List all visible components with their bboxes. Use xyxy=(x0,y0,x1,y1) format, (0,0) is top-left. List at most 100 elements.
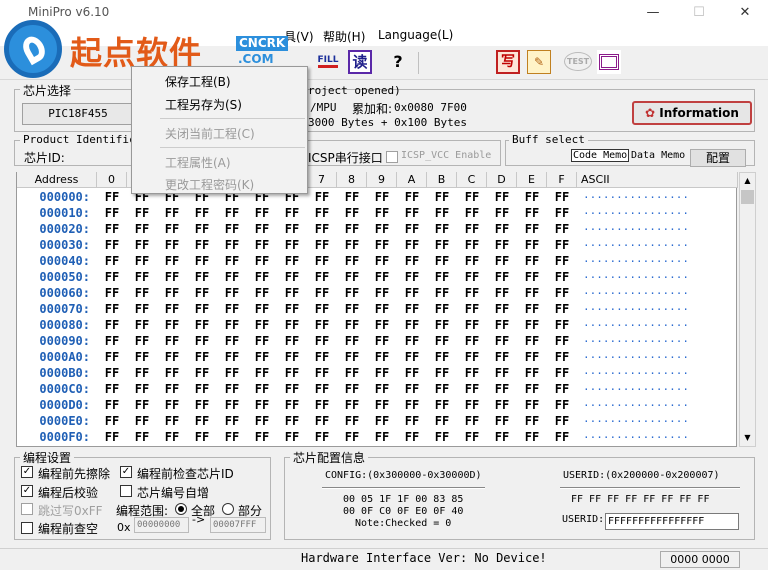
hex-cell[interactable]: FF xyxy=(547,302,577,316)
hex-cell[interactable]: FF xyxy=(247,270,277,284)
hex-cell[interactable]: FF xyxy=(397,302,427,316)
hex-cell[interactable]: FF xyxy=(427,430,457,444)
hex-cell[interactable]: FF xyxy=(187,238,217,252)
hex-cell[interactable]: FF xyxy=(337,206,367,220)
hex-cell[interactable]: FF xyxy=(367,334,397,348)
hex-cell[interactable]: FF xyxy=(517,222,547,236)
hex-cell[interactable]: FF xyxy=(427,286,457,300)
hex-cell[interactable]: FF xyxy=(397,334,427,348)
test-button[interactable]: TEST xyxy=(563,50,593,74)
hex-cell[interactable]: FF xyxy=(187,254,217,268)
hex-cell[interactable]: FF xyxy=(247,206,277,220)
hex-cell[interactable]: FF xyxy=(397,286,427,300)
hex-cell[interactable]: FF xyxy=(547,398,577,412)
hex-cell[interactable]: FF xyxy=(457,206,487,220)
hex-cell[interactable]: FF xyxy=(157,366,187,380)
hex-cell[interactable]: FF xyxy=(217,350,247,364)
hex-cell[interactable]: FF xyxy=(157,238,187,252)
hex-cell[interactable]: FF xyxy=(367,270,397,284)
hex-cell[interactable]: FF xyxy=(97,350,127,364)
hex-cell[interactable]: FF xyxy=(97,270,127,284)
verify-after-checkbox[interactable]: ✓ xyxy=(21,485,33,497)
hex-cell[interactable]: FF xyxy=(277,286,307,300)
hex-cell[interactable]: FF xyxy=(127,350,157,364)
hex-cell[interactable]: FF xyxy=(337,398,367,412)
hex-cell[interactable]: FF xyxy=(367,398,397,412)
userid-input[interactable]: FFFFFFFFFFFFFFFF xyxy=(605,513,739,530)
hex-cell[interactable]: FF xyxy=(307,414,337,428)
hex-cell[interactable]: FF xyxy=(397,190,427,204)
hex-cell[interactable]: FF xyxy=(427,334,457,348)
hex-cell[interactable]: FF xyxy=(517,366,547,380)
range-all-radio[interactable] xyxy=(175,503,187,515)
hex-cell[interactable]: FF xyxy=(517,190,547,204)
hex-cell[interactable]: FF xyxy=(457,270,487,284)
hex-cell[interactable]: FF xyxy=(517,398,547,412)
hex-cell[interactable]: FF xyxy=(307,270,337,284)
hex-cell[interactable]: FF xyxy=(127,206,157,220)
auto-increment-checkbox[interactable] xyxy=(120,485,132,497)
hex-cell[interactable]: FF xyxy=(337,238,367,252)
hex-cell[interactable]: FF xyxy=(397,414,427,428)
menu-change-password[interactable]: 更改工程密码(K) xyxy=(165,176,254,193)
hex-cell[interactable]: FF xyxy=(187,206,217,220)
hex-cell[interactable]: FF xyxy=(427,366,457,380)
hex-cell[interactable]: FF xyxy=(337,366,367,380)
hex-cell[interactable]: FF xyxy=(307,190,337,204)
hex-cell[interactable]: FF xyxy=(217,206,247,220)
hex-cell[interactable]: FF xyxy=(277,366,307,380)
hex-cell[interactable]: FF xyxy=(397,254,427,268)
hex-cell[interactable]: FF xyxy=(277,222,307,236)
hex-cell[interactable]: FF xyxy=(337,302,367,316)
hex-cell[interactable]: FF xyxy=(187,334,217,348)
hex-cell[interactable]: FF xyxy=(487,270,517,284)
hex-cell[interactable]: FF xyxy=(247,350,277,364)
hex-cell[interactable]: FF xyxy=(487,302,517,316)
hex-cell[interactable]: FF xyxy=(97,334,127,348)
hex-cell[interactable]: FF xyxy=(247,366,277,380)
hex-cell[interactable]: FF xyxy=(157,222,187,236)
hex-cell[interactable]: FF xyxy=(187,222,217,236)
hex-cell[interactable]: FF xyxy=(337,430,367,444)
hex-cell[interactable]: FF xyxy=(427,190,457,204)
hex-cell[interactable]: FF xyxy=(217,382,247,396)
hex-cell[interactable]: FF xyxy=(247,254,277,268)
hex-cell[interactable]: FF xyxy=(97,206,127,220)
icsp-vcc-checkbox[interactable] xyxy=(386,151,398,163)
hex-cell[interactable]: FF xyxy=(97,414,127,428)
code-memo-tab[interactable]: Code Memo xyxy=(571,149,630,162)
hex-cell[interactable]: FF xyxy=(337,270,367,284)
hex-cell[interactable]: FF xyxy=(457,334,487,348)
hex-cell[interactable]: FF xyxy=(157,318,187,332)
hex-cell[interactable]: FF xyxy=(547,270,577,284)
hex-cell[interactable]: FF xyxy=(247,302,277,316)
hex-cell[interactable]: FF xyxy=(367,414,397,428)
hex-cell[interactable]: FF xyxy=(427,414,457,428)
hex-cell[interactable]: FF xyxy=(307,318,337,332)
hex-cell[interactable]: FF xyxy=(187,398,217,412)
hex-cell[interactable]: FF xyxy=(157,254,187,268)
hex-cell[interactable]: FF xyxy=(157,334,187,348)
hex-cell[interactable]: FF xyxy=(217,302,247,316)
hex-cell[interactable]: FF xyxy=(187,350,217,364)
hex-cell[interactable]: FF xyxy=(487,366,517,380)
hex-cell[interactable]: FF xyxy=(247,222,277,236)
hex-cell[interactable]: FF xyxy=(547,366,577,380)
hex-cell[interactable]: FF xyxy=(127,334,157,348)
hex-cell[interactable]: FF xyxy=(97,254,127,268)
help-button[interactable]: ? xyxy=(386,50,410,74)
hex-cell[interactable]: FF xyxy=(97,382,127,396)
hex-scrollbar[interactable]: ▲ ▼ xyxy=(739,172,756,447)
hex-cell[interactable]: FF xyxy=(397,430,427,444)
hex-cell[interactable]: FF xyxy=(97,398,127,412)
hex-cell[interactable]: FF xyxy=(277,206,307,220)
hex-cell[interactable]: FF xyxy=(277,302,307,316)
hex-cell[interactable]: FF xyxy=(547,350,577,364)
hex-cell[interactable]: FF xyxy=(217,398,247,412)
hex-cell[interactable]: FF xyxy=(157,350,187,364)
hex-cell[interactable]: FF xyxy=(367,318,397,332)
hex-cell[interactable]: FF xyxy=(517,238,547,252)
hex-cell[interactable]: FF xyxy=(427,238,457,252)
hex-cell[interactable]: FF xyxy=(127,430,157,444)
hex-cell[interactable]: FF xyxy=(517,206,547,220)
